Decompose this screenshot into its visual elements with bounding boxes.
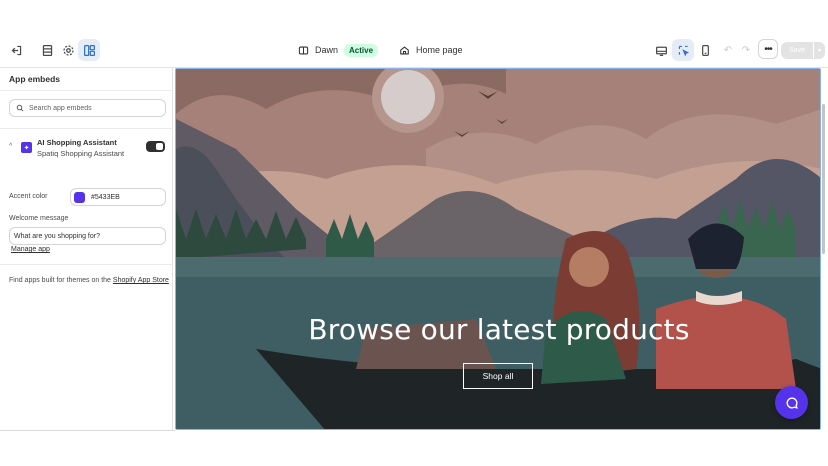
hero-heading: Browse our latest products: [308, 313, 690, 346]
more-actions-button[interactable]: •••: [758, 39, 778, 59]
save-label: Save: [789, 47, 805, 54]
theme-name[interactable]: Dawn: [315, 45, 338, 55]
app-embed-name: AI Shopping Assistant: [37, 138, 117, 147]
theme-icon: [298, 45, 309, 56]
welcome-message-value: What are you shopping for?: [14, 232, 100, 240]
app-embed-item: ^ ✦ AI Shopping Assistant Spatiq Shoppin…: [9, 137, 166, 161]
accent-color-picker[interactable]: #5433EB: [70, 188, 166, 206]
mobile-icon[interactable]: [694, 39, 716, 61]
accent-color-label: Accent color: [9, 193, 48, 200]
color-swatch[interactable]: [74, 191, 85, 203]
preview-scrollbar[interactable]: [821, 68, 828, 430]
history-controls: ↶ ↷: [719, 39, 755, 61]
theme-page-selector: Dawn Active Home page: [298, 32, 463, 68]
exit-icon[interactable]: [5, 39, 27, 61]
chat-launcher-button[interactable]: [775, 386, 808, 419]
shop-all-button[interactable]: Shop all: [463, 363, 533, 389]
divider: [0, 128, 173, 129]
app-embeds-icon[interactable]: [78, 39, 100, 61]
storefront-preview: Browse our latest products Shop all: [175, 68, 821, 430]
inspector-icon[interactable]: [672, 39, 694, 61]
app-store-note: Find apps built for themes on the Shopif…: [9, 275, 169, 286]
scrollbar-thumb[interactable]: [822, 104, 825, 254]
editor-toolbar: Dawn Active Home page ↶ ↷ ••• Save ▾: [0, 32, 828, 68]
app-store-note-text: Find apps built for themes on the: [9, 277, 113, 284]
status-badge: Active: [344, 43, 379, 57]
manage-app-link[interactable]: Manage app: [11, 246, 50, 253]
app-logo-icon: ✦: [21, 142, 32, 153]
app-embeds-panel: App embeds ^ ✦ AI Shopping Assistant Spa…: [0, 68, 173, 430]
desktop-icon[interactable]: [650, 39, 672, 61]
accent-color-value: #5433EB: [91, 193, 120, 201]
chevron-up-icon[interactable]: ^: [9, 143, 12, 150]
search-input[interactable]: [29, 104, 159, 112]
search-field[interactable]: [9, 99, 166, 117]
search-icon: [16, 104, 24, 112]
sections-icon[interactable]: [36, 39, 58, 61]
redo-icon[interactable]: ↷: [742, 45, 750, 56]
app-embed-provider: Spatiq Shopping Assistant: [37, 149, 125, 158]
undo-icon[interactable]: ↶: [724, 45, 732, 56]
settings-icon[interactable]: [57, 39, 79, 61]
divider: [0, 264, 173, 265]
chevron-down-icon[interactable]: ▾: [813, 42, 825, 59]
embed-toggle[interactable]: [146, 141, 165, 152]
chat-bubble-icon: [786, 396, 798, 409]
panel-bottom-border: [0, 430, 175, 431]
welcome-message-label: Welcome message: [9, 215, 69, 222]
home-icon: [399, 45, 410, 56]
save-button[interactable]: Save ▾: [781, 42, 825, 59]
app-store-link[interactable]: Shopify App Store: [113, 277, 169, 284]
divider: [0, 90, 173, 91]
page-selector[interactable]: Home page: [416, 45, 463, 55]
welcome-message-field[interactable]: What are you shopping for?: [9, 227, 166, 245]
panel-title: App embeds: [9, 74, 61, 84]
